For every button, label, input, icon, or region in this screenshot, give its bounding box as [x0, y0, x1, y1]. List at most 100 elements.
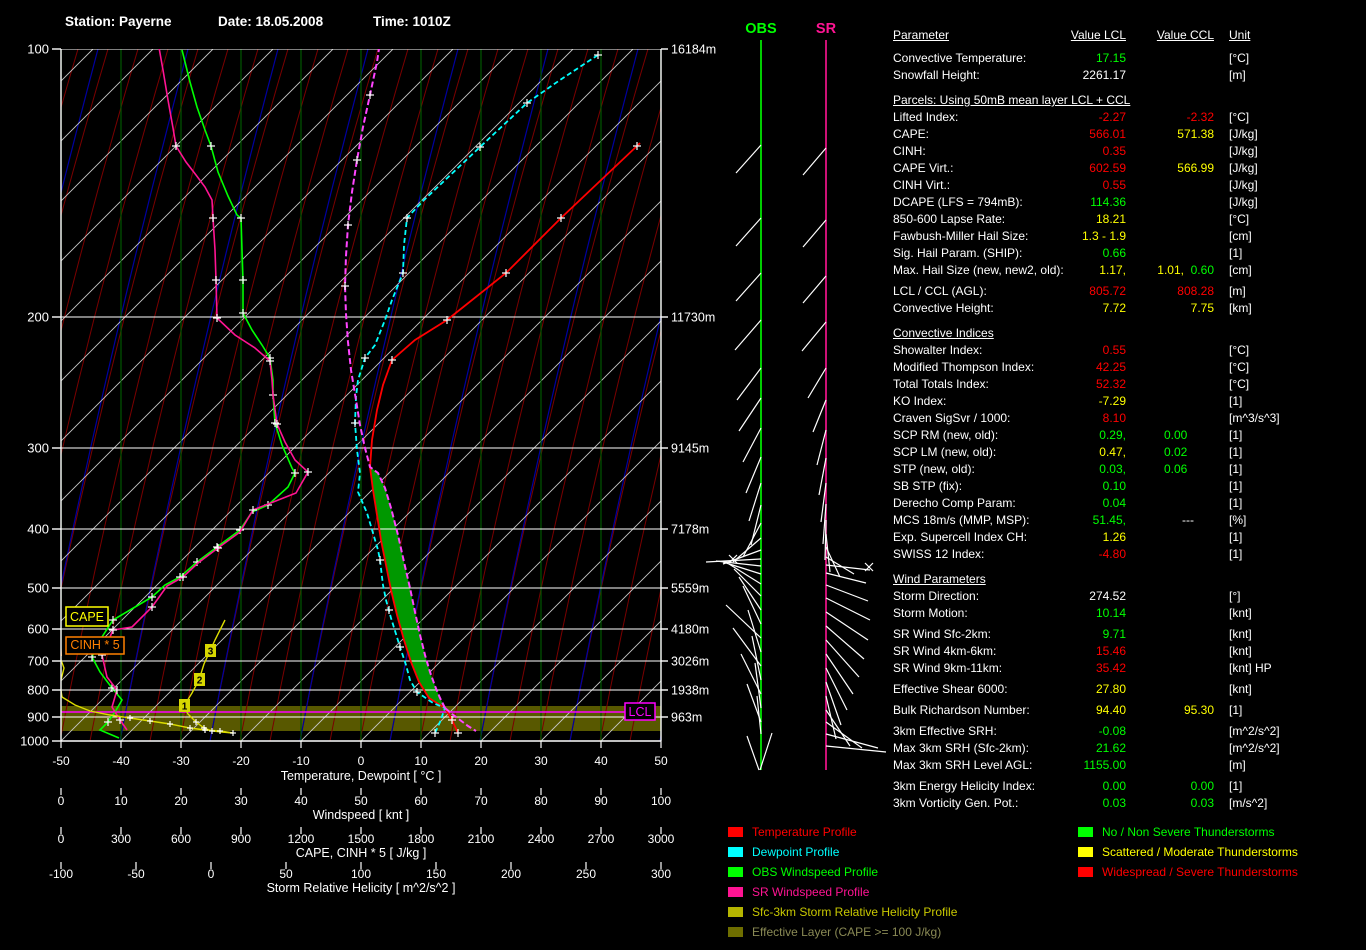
- cape-axis: 0 300 600 900 1200 1500 1800 2100 2400 2700 3000 CA…: [58, 827, 675, 860]
- temperature-axis: -50 -40 -30 -20 -10 0 10 20 30 40 50 Temperature, D…: [52, 741, 668, 783]
- legend-profile-item: Effective Layer (CAPE >= 100 J/kg): [728, 922, 957, 942]
- obs-windspeed-profile: [88, 49, 299, 739]
- height-axis: 16184m 11730m 9145m 7178m 5559m 4180m 3026m 193…: [661, 43, 716, 725]
- table-section-title: Wind Parameters: [893, 572, 986, 586]
- svg-text:1: 1: [182, 702, 188, 713]
- svg-text:1000: 1000: [20, 734, 49, 749]
- legend-swatch: [728, 907, 743, 917]
- table-row: Snowfall Height: 2261.17 [m]: [893, 68, 1246, 82]
- windspeed-axis: 0 10 20 30 40 50 60 70 80 90 100 Windspeed [ knt ]: [58, 788, 671, 822]
- table-row: DCAPE (LFS = 794mB): 114.36 [J/kg]: [893, 195, 1258, 209]
- table-row: Exp. Supercell Index CH: 1.26 [1]: [893, 530, 1243, 544]
- legend-swatch: [728, 827, 743, 837]
- table-row: 3km Energy Helicity Index: 0.00 0.00 [1]: [893, 779, 1243, 793]
- svg-text:100: 100: [27, 42, 49, 57]
- table-row: MCS 18m/s (MMP, MSP): 51.45, --- [%]: [893, 513, 1247, 527]
- table-section-title: Convective Indices: [893, 326, 994, 340]
- svg-text:150: 150: [426, 867, 446, 881]
- svg-text:100: 100: [351, 867, 371, 881]
- svg-text:30: 30: [234, 794, 248, 808]
- table-row: STP (new, old): 0.03, 0.06 [1]: [893, 462, 1243, 476]
- svg-text:-20: -20: [232, 754, 250, 768]
- svg-text:70: 70: [474, 794, 488, 808]
- table-row: 3km Vorticity Gen. Pot.: 0.03 0.03 [m/s^2]: [893, 796, 1268, 810]
- table-row: KO Index: -7.29 [1]: [893, 394, 1243, 408]
- legend-profile-item: OBS Windspeed Profile: [728, 862, 957, 882]
- svg-text:50: 50: [354, 794, 368, 808]
- table-row: Total Totals Index: 52.32 [°C]: [893, 377, 1250, 391]
- table-section-title: Parcels: Using 50mB mean layer LCL + CCL: [893, 93, 1131, 107]
- table-row: Max. Hail Size (new, new2, old): 1.17, 1.0…: [893, 263, 1252, 277]
- svg-text:80: 80: [534, 794, 548, 808]
- svg-text:700: 700: [27, 654, 49, 669]
- table-row: Convective Height: 7.72 7.75 [km]: [893, 301, 1252, 315]
- table-row: CINH: 0.35 [J/kg]: [893, 144, 1258, 158]
- svg-text:2: 2: [197, 676, 203, 687]
- table-row: Storm Motion: 10.14 [knt]: [893, 606, 1252, 620]
- table-row: Storm Direction: 274.52 [°]: [893, 589, 1241, 603]
- svg-text:300: 300: [651, 867, 671, 881]
- svg-text:300: 300: [27, 441, 49, 456]
- legend-profile-item: SR Windspeed Profile: [728, 882, 957, 902]
- svg-text:OBS: OBS: [745, 21, 777, 37]
- svg-text:4180m: 4180m: [671, 623, 709, 637]
- table-row: Fawbush-Miller Hail Size: 1.3 - 1.9 [cm]: [893, 229, 1252, 243]
- legend-profile-item: Dewpoint Profile: [728, 842, 957, 862]
- svg-text:-50: -50: [127, 867, 145, 881]
- legend-severity-item: Scattered / Moderate Thunderstorms: [1078, 842, 1298, 862]
- legend-swatch: [728, 887, 743, 897]
- cape-label: CAPE: [65, 606, 109, 627]
- svg-text:2100: 2100: [468, 832, 495, 846]
- svg-text:Temperature, Dewpoint [ °C ]: Temperature, Dewpoint [ °C ]: [281, 769, 442, 783]
- legend-severity: No / Non Severe Thunderstorms Scattered /…: [1078, 822, 1298, 882]
- svg-text:2700: 2700: [588, 832, 615, 846]
- svg-text:800: 800: [27, 683, 49, 698]
- svg-text:-30: -30: [172, 754, 190, 768]
- svg-text:5559m: 5559m: [671, 582, 709, 596]
- svg-text:11730m: 11730m: [671, 311, 715, 325]
- svg-text:200: 200: [501, 867, 521, 881]
- svg-text:600: 600: [171, 832, 191, 846]
- svg-text:3: 3: [208, 647, 214, 658]
- svg-text:0: 0: [58, 832, 65, 846]
- svg-text:400: 400: [27, 522, 49, 537]
- table-row: SR Wind Sfc-2km: 9.71 [knt]: [893, 627, 1252, 641]
- table-row: CINH Virt.: 0.55 [J/kg]: [893, 178, 1258, 192]
- table-row: Effective Shear 6000: 27.80 [knt]: [893, 682, 1252, 696]
- table-row: SB STP (fix): 0.10 [1]: [893, 479, 1243, 493]
- table-row: Lifted Index: -2.27 -2.32 [°C]: [893, 110, 1250, 124]
- svg-text:1938m: 1938m: [671, 684, 709, 698]
- legend-swatch: [1078, 867, 1093, 877]
- svg-text:60: 60: [414, 794, 428, 808]
- table-row: Modified Thompson Index: 42.25 [°C]: [893, 360, 1250, 374]
- obs-barb-column: OBS: [705, 21, 874, 771]
- svg-text:10: 10: [414, 754, 428, 768]
- svg-text:CINH * 5: CINH * 5: [70, 638, 119, 652]
- srh-level-marker-3: 3: [205, 644, 216, 658]
- table-row: Max 3km SRH Level AGL: 1155.00 [m]: [893, 758, 1246, 772]
- table-row: SR Wind 9km-11km: 35.42 [knt] HP: [893, 661, 1272, 675]
- svg-text:600: 600: [27, 622, 49, 637]
- svg-text:10: 10: [114, 794, 128, 808]
- svg-text:500: 500: [27, 581, 49, 596]
- srh-level-marker-2: 2: [194, 673, 205, 687]
- legend-severity-item: Widespread / Severe Thunderstorms: [1078, 862, 1298, 882]
- table-row: CAPE: 566.01 571.38 [J/kg]: [893, 127, 1258, 141]
- svg-text:250: 250: [576, 867, 596, 881]
- cinh-label: CINH * 5: [65, 636, 125, 655]
- svg-text:-100: -100: [49, 867, 73, 881]
- table-row: CAPE Virt.: 602.59 566.99 [J/kg]: [893, 161, 1258, 175]
- svg-text:CAPE: CAPE: [70, 610, 104, 624]
- svg-text:-50: -50: [52, 754, 70, 768]
- svg-text:20: 20: [174, 794, 188, 808]
- svg-text:1500: 1500: [348, 832, 375, 846]
- table-header-row: Parameter Value LCL Value CCL Unit: [893, 28, 1251, 42]
- legend-swatch: [728, 927, 743, 937]
- svg-text:50: 50: [654, 754, 668, 768]
- srh-level-marker-1: 1: [179, 699, 190, 713]
- svg-text:SR: SR: [816, 21, 837, 37]
- svg-text:50: 50: [279, 867, 293, 881]
- pressure-axis: 100 200 300 400 500 600 700 800 900 1000: [20, 42, 61, 749]
- wind-gridlines: [61, 49, 661, 741]
- svg-text:-10: -10: [292, 754, 310, 768]
